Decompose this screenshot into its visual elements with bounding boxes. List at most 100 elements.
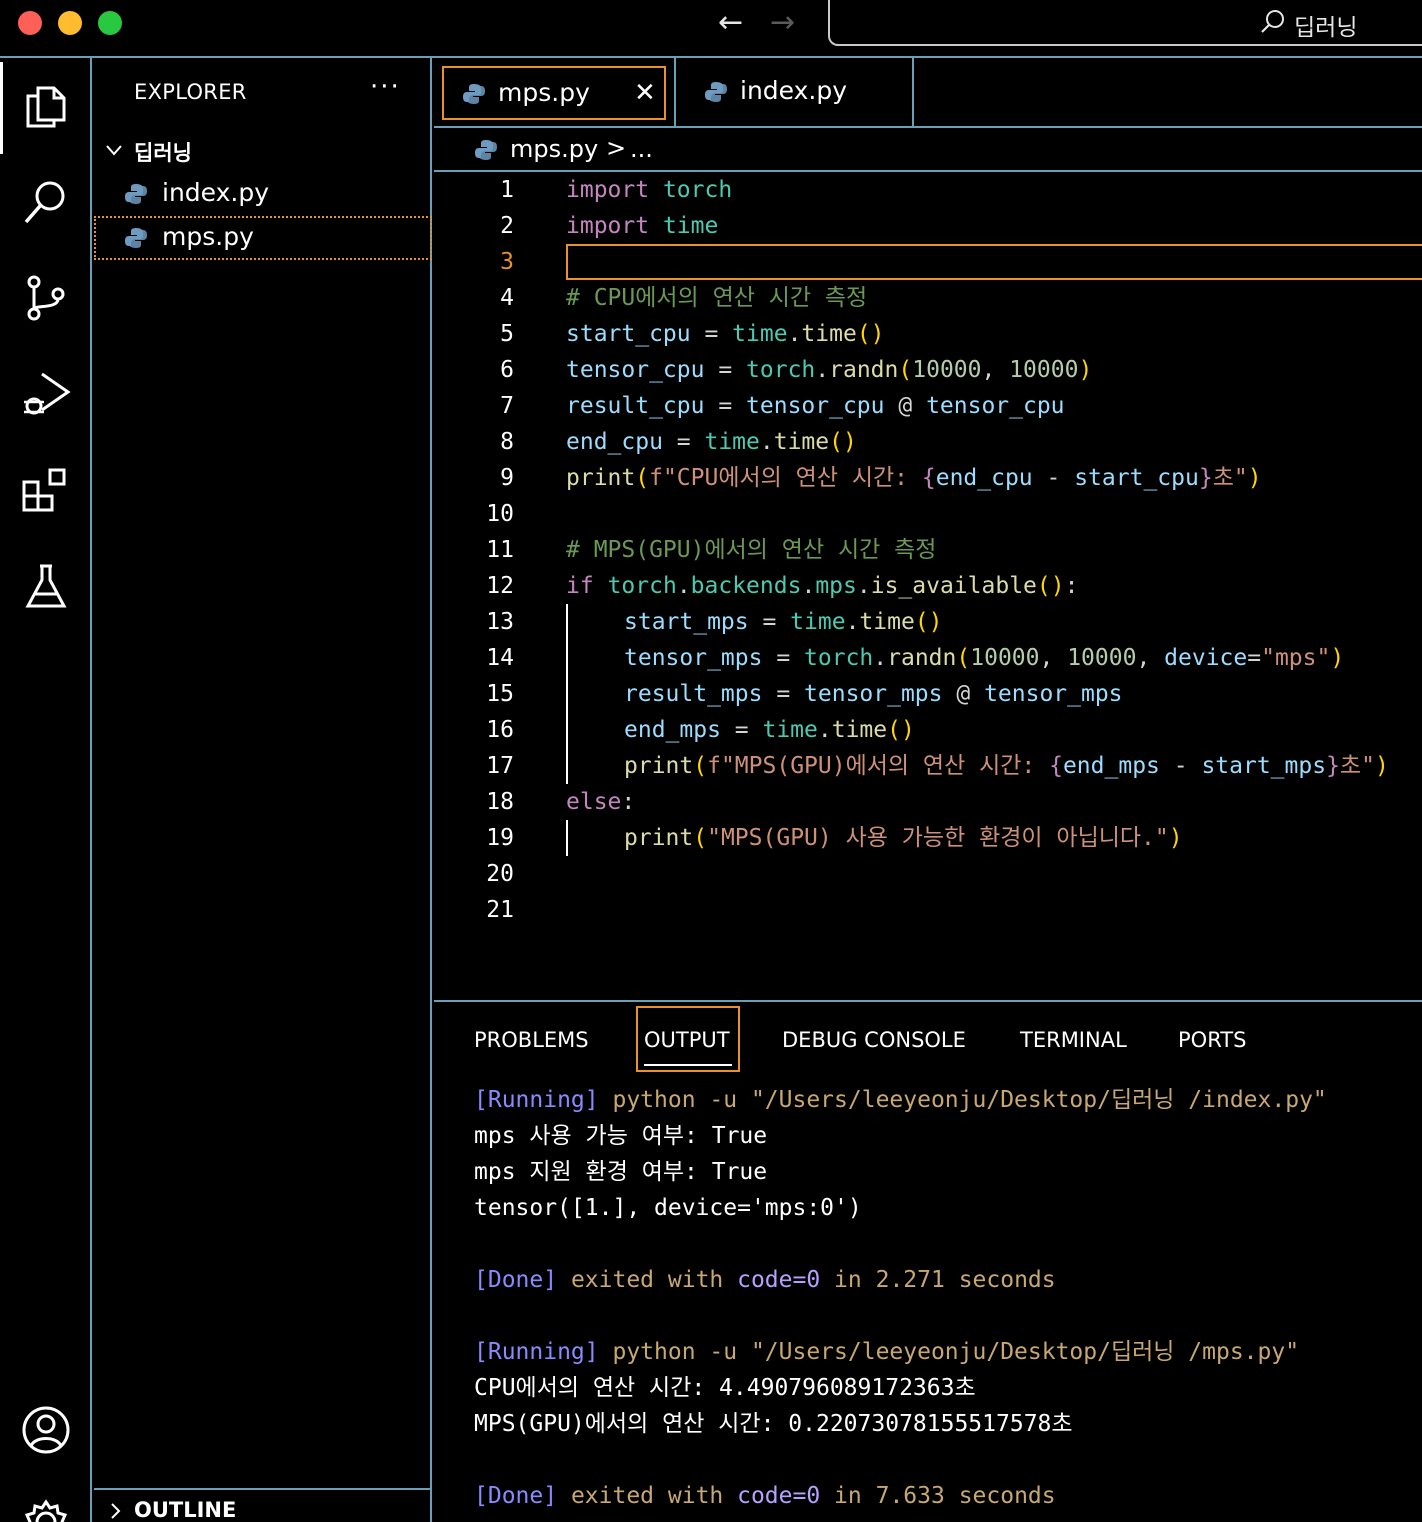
line-number: 14 bbox=[486, 645, 514, 671]
code-line: 20 bbox=[434, 856, 1422, 892]
code-line: 17 print(f"MPS(GPU)에서의 연산 시간: {end_mps - … bbox=[434, 748, 1422, 784]
code-line: 14 tensor_mps = torch.randn(10000, 10000,… bbox=[434, 640, 1422, 676]
outline-section[interactable]: OUTLINE bbox=[94, 1488, 432, 1522]
line-number: 12 bbox=[486, 573, 514, 599]
code-line: 11 # MPS(GPU)에서의 연산 시간 측정 bbox=[434, 532, 1422, 568]
breadcrumb-separator: > bbox=[606, 134, 627, 162]
run-debug-icon[interactable] bbox=[18, 366, 74, 422]
output-line: mps 지원 환경 여부: True bbox=[474, 1159, 768, 1185]
arrow-right-icon[interactable]: → bbox=[770, 6, 795, 40]
explorer-icon[interactable] bbox=[18, 78, 74, 134]
file-name: index.py bbox=[162, 178, 270, 207]
breadcrumb-symbols[interactable]: ... bbox=[630, 135, 653, 163]
line-number: 17 bbox=[486, 753, 514, 779]
code-text: else: bbox=[566, 789, 636, 815]
explorer-title: EXPLORER bbox=[134, 80, 247, 104]
explorer-sidebar: EXPLORER ··· 딥러닝 index.py mps.py OUTLINE bbox=[94, 58, 432, 1522]
arrow-left-icon[interactable]: ← bbox=[718, 6, 743, 40]
more-actions-button[interactable]: ··· bbox=[370, 72, 401, 102]
source-control-icon[interactable] bbox=[18, 270, 74, 326]
line-number: 10 bbox=[486, 501, 514, 527]
search-icon bbox=[1261, 10, 1284, 33]
code-text: print("MPS(GPU) 사용 가능한 환경이 아닙니다.") bbox=[624, 825, 1183, 851]
line-number: 9 bbox=[500, 465, 514, 491]
testing-icon[interactable] bbox=[18, 558, 74, 614]
editor-tab-bar: mps.py ✕ index.py bbox=[434, 58, 1422, 128]
folder-item-deeplearning[interactable]: 딥러닝 bbox=[94, 132, 432, 172]
output-line: CPU에서의 연산 시간: 4.490796089172363초 bbox=[474, 1375, 976, 1401]
output-line: tensor([1.], device='mps:0') bbox=[474, 1195, 862, 1221]
account-icon[interactable] bbox=[18, 1402, 74, 1458]
search-icon[interactable] bbox=[18, 174, 74, 230]
window-maximize-button[interactable] bbox=[98, 11, 122, 35]
python-icon bbox=[125, 228, 147, 248]
file-item-mps[interactable]: mps.py bbox=[94, 216, 432, 260]
code-line: 7 result_cpu = tensor_cpu @ tensor_cpu bbox=[434, 388, 1422, 424]
tab-terminal[interactable]: TERMINAL bbox=[1020, 1028, 1127, 1052]
line-number: 19 bbox=[486, 825, 514, 851]
close-icon[interactable]: ✕ bbox=[634, 80, 656, 106]
code-text: result_cpu = tensor_cpu @ tensor_cpu bbox=[566, 393, 1065, 419]
chevron-down-icon bbox=[106, 145, 122, 156]
tab-output[interactable]: OUTPUT bbox=[636, 1006, 740, 1072]
code-line: 10 bbox=[434, 496, 1422, 532]
code-line: 19 print("MPS(GPU) 사용 가능한 환경이 아닙니다.") bbox=[434, 820, 1422, 856]
tab-debug-console[interactable]: DEBUG CONSOLE bbox=[782, 1028, 966, 1052]
code-text: if torch.backends.mps.is_available(): bbox=[566, 573, 1079, 599]
output-line: [Done] exited with code=0 in 2.271 secon… bbox=[474, 1267, 1056, 1293]
code-line: 8 end_cpu = time.time() bbox=[434, 424, 1422, 460]
tab-index-py[interactable]: index.py bbox=[674, 58, 914, 126]
code-line: 9 print(f"CPU에서의 연산 시간: {end_cpu - start_… bbox=[434, 460, 1422, 496]
python-icon bbox=[705, 82, 727, 102]
code-comment: # MPS(GPU)에서의 연산 시간 측정 bbox=[566, 537, 937, 563]
window-close-button[interactable] bbox=[18, 11, 42, 35]
code-line: 16 end_mps = time.time() bbox=[434, 712, 1422, 748]
active-indicator bbox=[0, 62, 3, 154]
code-text: end_mps = time.time() bbox=[624, 717, 915, 743]
line-number: 5 bbox=[500, 321, 514, 347]
python-icon bbox=[125, 184, 147, 204]
code-line: 21 bbox=[434, 892, 1422, 928]
code-editor[interactable]: 1 import torch 2 import time 3 4 # CPU에서의 연… bbox=[434, 172, 1422, 1000]
line-number: 20 bbox=[486, 861, 514, 887]
code-text: tensor_cpu = torch.randn(10000, 10000) bbox=[566, 357, 1093, 383]
line-number: 8 bbox=[500, 429, 514, 455]
command-center-search[interactable]: 딥러닝 bbox=[828, 0, 1422, 46]
line-number: 21 bbox=[486, 897, 514, 923]
code-line: 13 start_mps = time.time() bbox=[434, 604, 1422, 640]
line-number: 7 bbox=[500, 393, 514, 419]
line-number: 13 bbox=[486, 609, 514, 635]
extensions-icon[interactable] bbox=[18, 462, 74, 518]
code-line: 18 else: bbox=[434, 784, 1422, 820]
code-line: 1 import torch bbox=[434, 172, 1422, 208]
python-icon bbox=[463, 84, 485, 104]
bottom-panel: PROBLEMS OUTPUT DEBUG CONSOLE TERMINAL P… bbox=[434, 1000, 1422, 1522]
settings-icon[interactable] bbox=[18, 1494, 74, 1522]
code-text: start_mps = time.time() bbox=[624, 609, 943, 635]
breadcrumb-file[interactable]: mps.py bbox=[510, 135, 598, 163]
line-number: 18 bbox=[486, 789, 514, 815]
active-tab-underline bbox=[644, 1064, 732, 1066]
folder-name: 딥러닝 bbox=[134, 141, 192, 165]
outline-label: OUTLINE bbox=[134, 1498, 237, 1522]
python-icon bbox=[475, 140, 497, 160]
line-number: 2 bbox=[500, 213, 514, 239]
line-number: 1 bbox=[500, 177, 514, 203]
tab-ports[interactable]: PORTS bbox=[1178, 1028, 1246, 1052]
line-number: 3 bbox=[500, 249, 514, 275]
code-line: 5 start_cpu = time.time() bbox=[434, 316, 1422, 352]
file-item-index[interactable]: index.py bbox=[94, 172, 432, 216]
tab-problems[interactable]: PROBLEMS bbox=[474, 1028, 589, 1052]
line-number: 16 bbox=[486, 717, 514, 743]
code-text: print(f"CPU에서의 연산 시간: {end_cpu - start_c… bbox=[566, 465, 1262, 491]
line-number: 15 bbox=[486, 681, 514, 707]
search-text: 딥러닝 bbox=[1294, 15, 1358, 41]
line-number: 4 bbox=[500, 285, 514, 311]
code-line: 15 result_mps = tensor_mps @ tensor_mps bbox=[434, 676, 1422, 712]
window-minimize-button[interactable] bbox=[58, 11, 82, 35]
line-number: 6 bbox=[500, 357, 514, 383]
tab-label: index.py bbox=[740, 76, 848, 105]
tab-mps-py[interactable]: mps.py ✕ bbox=[442, 66, 666, 120]
title-bar: ← → 딥러닝 bbox=[0, 0, 1422, 58]
output-line: [Running] python -u "/Users/leeyeonju/De… bbox=[474, 1339, 1300, 1365]
